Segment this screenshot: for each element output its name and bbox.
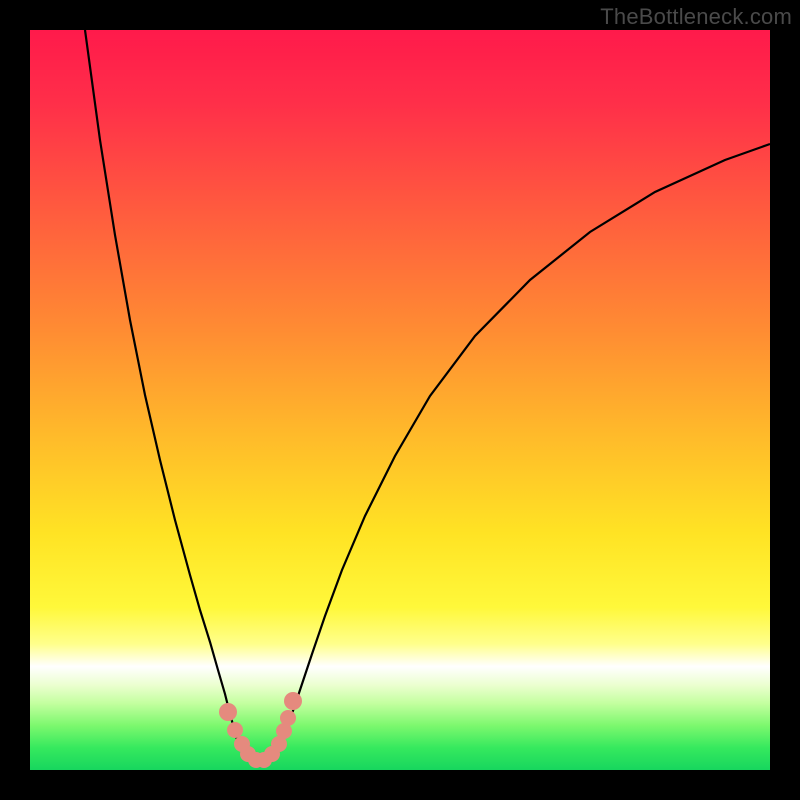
curve-layer	[30, 30, 770, 770]
valley-markers-group	[219, 692, 302, 768]
valley-marker	[280, 710, 296, 726]
valley-marker	[227, 722, 243, 738]
curve-right-branch	[277, 144, 770, 750]
valley-marker	[284, 692, 302, 710]
chart-frame: TheBottleneck.com	[0, 0, 800, 800]
valley-marker	[219, 703, 237, 721]
plot-area	[30, 30, 770, 770]
curve-left-branch	[85, 30, 239, 748]
attribution-text: TheBottleneck.com	[600, 4, 792, 30]
